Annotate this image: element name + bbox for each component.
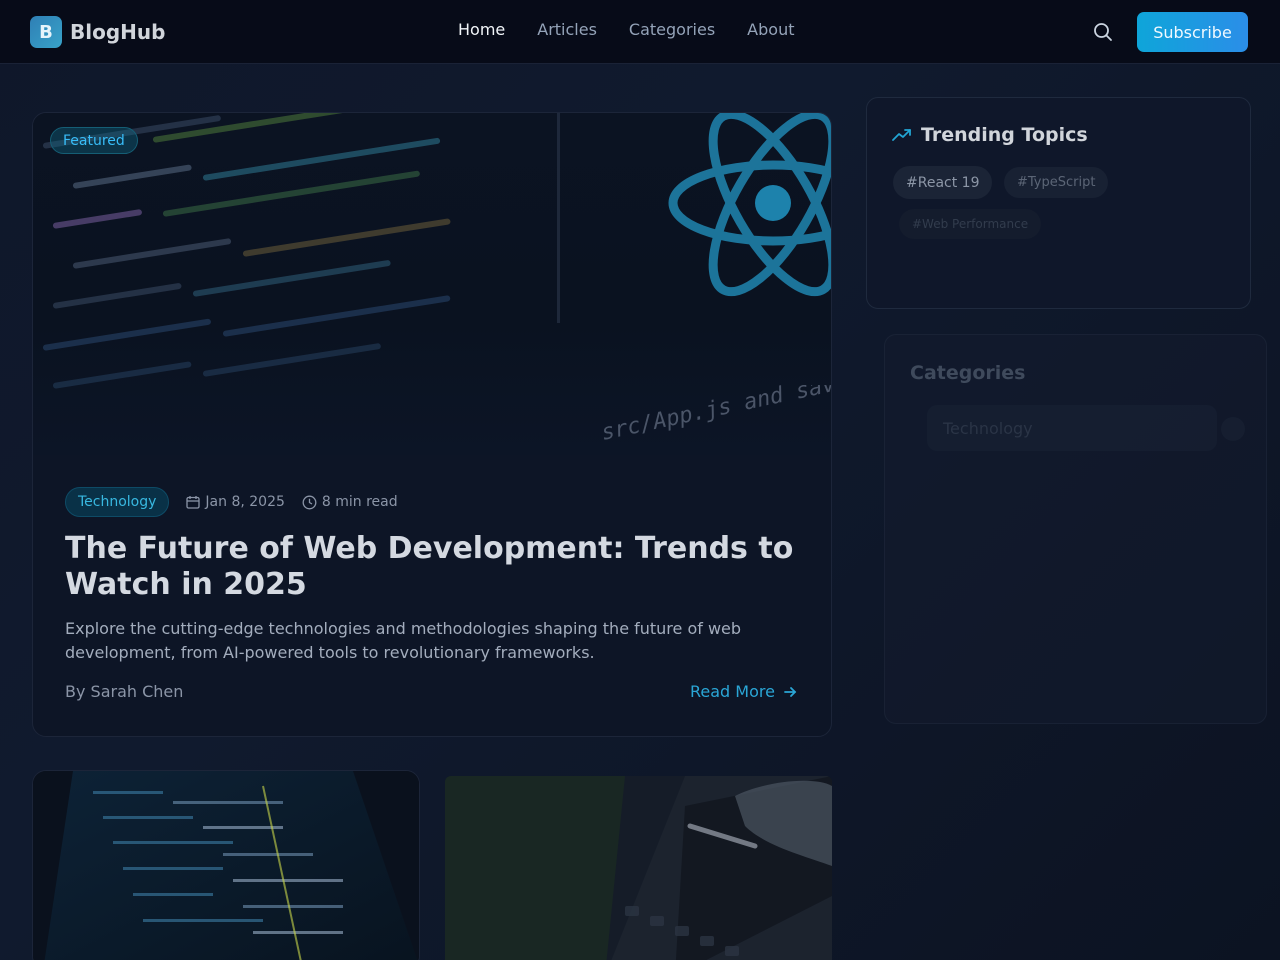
- logo-badge: B: [30, 16, 62, 48]
- categories-panel: Categories Technology: [884, 334, 1267, 724]
- category-item-technology[interactable]: Technology: [927, 405, 1217, 451]
- read-time-text: 8 min read: [321, 494, 398, 510]
- top-header: B BlogHub Home Articles Categories About…: [0, 0, 1280, 64]
- featured-article-image: src/App.js and save: [33, 113, 832, 455]
- nav-item-home[interactable]: Home: [458, 20, 505, 39]
- trending-up-icon: [892, 129, 911, 141]
- subscribe-button[interactable]: Subscribe: [1137, 12, 1248, 52]
- publish-date: Jan 8, 2025: [186, 494, 285, 510]
- article-title[interactable]: The Future of Web Development: Trends to…: [65, 531, 805, 603]
- main-nav: Home Articles Categories About: [458, 20, 794, 39]
- trending-topics-panel: Trending Topics #React 19 #TypeScript #W…: [866, 97, 1251, 309]
- featured-badge: Featured: [50, 127, 138, 154]
- categories-title: Categories: [910, 362, 1026, 384]
- laptop-code-image: [33, 771, 419, 960]
- calendar-icon: [186, 496, 201, 509]
- article-excerpt: Explore the cutting-edge technologies an…: [65, 619, 742, 662]
- featured-article-card[interactable]: src/App.js and save Featured Technology …: [32, 112, 832, 737]
- svg-text:src/App.js and save: src/App.js and save: [599, 385, 832, 446]
- trending-title-text: Trending Topics: [921, 124, 1088, 146]
- article-card-image-laptop[interactable]: [32, 770, 420, 960]
- tag-typescript[interactable]: #TypeScript: [1004, 167, 1109, 198]
- article-card-image-tablet[interactable]: [445, 776, 832, 960]
- read-more-link[interactable]: Read More: [690, 682, 797, 701]
- brand-logo[interactable]: B BlogHub: [30, 16, 165, 48]
- arrow-right-icon: [784, 686, 797, 697]
- nav-item-articles[interactable]: Articles: [537, 20, 597, 39]
- category-count-badge: [1221, 417, 1245, 441]
- search-icon[interactable]: [1092, 21, 1114, 43]
- read-time: 8 min read: [302, 494, 398, 510]
- trending-title: Trending Topics: [892, 124, 1088, 146]
- nav-item-categories[interactable]: Categories: [629, 20, 715, 39]
- image-caption-overlay: src/App.js and save: [599, 385, 832, 446]
- tag-web-performance[interactable]: #Web Performance: [899, 209, 1042, 239]
- tag-react[interactable]: #React 19: [893, 166, 993, 199]
- article-author: By Sarah Chen: [65, 682, 184, 701]
- brand-name: BlogHub: [70, 20, 166, 44]
- read-more-label: Read More: [690, 682, 775, 701]
- category-badge[interactable]: Technology: [65, 487, 170, 517]
- nav-item-about[interactable]: About: [747, 20, 794, 39]
- react-logo-icon: [668, 113, 831, 297]
- date-text: Jan 8, 2025: [205, 494, 285, 510]
- tablet-stylus-image: [445, 776, 832, 960]
- article-meta: Technology Jan 8, 2025 8 min read: [65, 487, 398, 517]
- clock-icon: [302, 495, 317, 509]
